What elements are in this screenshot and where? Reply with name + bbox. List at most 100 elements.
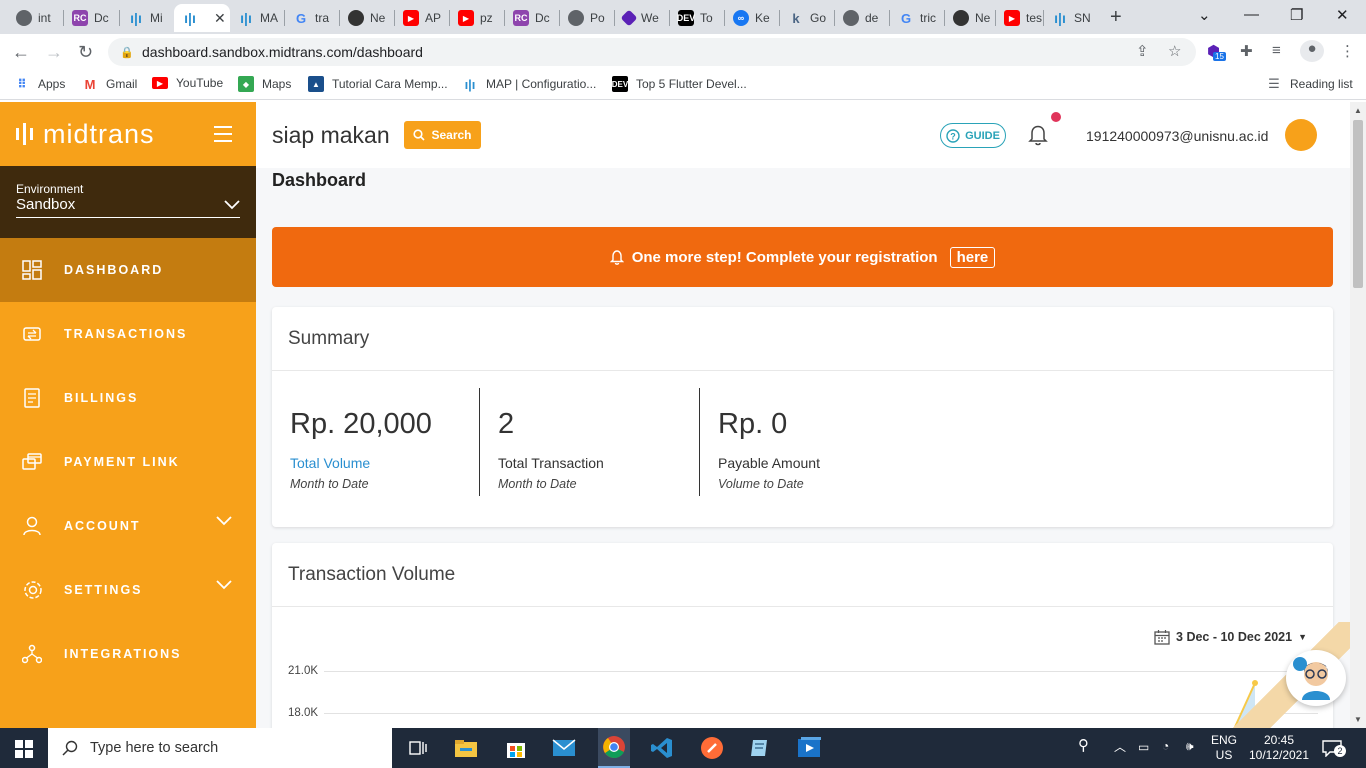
browser-tab[interactable]: Ne: [340, 4, 394, 32]
wifi-icon[interactable]: ◔: [1162, 739, 1169, 754]
taskbar-search[interactable]: Type here to search: [48, 728, 392, 768]
stat-sub: Month to Date: [290, 477, 369, 491]
puzzle-icon[interactable]: ✚: [1240, 42, 1253, 60]
guide-button[interactable]: ? GUIDE: [940, 123, 1006, 148]
sidebar-item-transactions[interactable]: TRANSACTIONS: [0, 302, 256, 366]
menu-icon[interactable]: ⋮: [1340, 42, 1355, 60]
media-icon[interactable]: ≡: [1272, 42, 1281, 59]
browser-tab-active[interactable]: ı|ı ✕: [174, 4, 230, 32]
bookmark-gmail[interactable]: M Gmail: [82, 76, 138, 92]
bookmark-tutorial[interactable]: ▲ Tutorial Cara Memp...: [308, 76, 448, 92]
dev-icon: DEV: [677, 10, 695, 26]
mail-icon[interactable]: [550, 734, 578, 762]
browser-tab[interactable]: int: [8, 4, 62, 32]
browser-tab[interactable]: ∞ Ke: [725, 4, 779, 32]
tab-search-icon[interactable]: ⌄: [1198, 6, 1211, 24]
sidebar-item-integrations[interactable]: INTEGRATIONS: [0, 622, 256, 686]
close-tab-icon[interactable]: ✕: [214, 10, 226, 27]
sidebar-item-dashboard[interactable]: DASHBOARD: [0, 238, 256, 302]
language-indicator[interactable]: ENG US: [1206, 733, 1242, 763]
registration-link[interactable]: here: [949, 246, 996, 268]
close-window-button[interactable]: ✕: [1336, 6, 1349, 24]
stat-label-link[interactable]: Total Volume: [290, 455, 480, 471]
volume-icon[interactable]: 🕪: [1186, 739, 1194, 754]
browser-tab[interactable]: de: [835, 4, 889, 32]
chrome-icon: [843, 10, 859, 26]
youtube-icon: ▶: [458, 10, 474, 26]
notepad-icon[interactable]: [746, 734, 774, 762]
scroll-down-icon[interactable]: ▼: [1354, 715, 1362, 724]
media-player-icon[interactable]: [796, 734, 824, 762]
battery-icon[interactable]: ▭: [1138, 740, 1149, 755]
browser-tab[interactable]: Po: [560, 4, 614, 32]
volume-title: Transaction Volume: [272, 543, 1333, 607]
tray-chevron-up-icon[interactable]: ︿: [1114, 740, 1126, 755]
sidebar-item-settings[interactable]: SETTINGS: [0, 558, 256, 622]
environment-selector[interactable]: Environment Sandbox: [0, 166, 256, 238]
bookmark-maps[interactable]: ◆ Maps: [238, 76, 291, 92]
page-scrollbar[interactable]: ▲ ▼: [1350, 102, 1366, 728]
clock-time: 20:45: [1263, 733, 1295, 747]
profile-icon[interactable]: ●: [1300, 40, 1324, 62]
notification-center-icon[interactable]: 2: [1322, 739, 1346, 761]
sidebar-item-payment-link[interactable]: PAYMENT LINK: [0, 430, 256, 494]
store-icon[interactable]: [502, 734, 530, 762]
windows-start-icon[interactable]: [15, 740, 33, 763]
address-bar[interactable]: 🔒 dashboard.sandbox.midtrans.com/dashboa…: [108, 38, 1196, 66]
reload-button[interactable]: ↻: [78, 42, 93, 63]
scroll-thumb[interactable]: [1353, 120, 1363, 288]
bookmark-youtube[interactable]: ▶ YouTube: [152, 76, 223, 90]
file-explorer-icon[interactable]: [452, 734, 480, 762]
vscode-icon[interactable]: [648, 734, 676, 762]
google-icon: G: [900, 10, 912, 26]
maximize-button[interactable]: ❐: [1290, 6, 1303, 24]
bookmark-star-icon[interactable]: ☆: [1168, 42, 1181, 60]
browser-tab[interactable]: k Go: [780, 4, 834, 32]
share-icon[interactable]: ⇪: [1136, 42, 1149, 60]
help-assistant-avatar[interactable]: [1286, 650, 1346, 706]
clock[interactable]: 20:45 10/12/2021: [1244, 733, 1314, 763]
reading-list[interactable]: ☰ Reading list: [1266, 76, 1353, 92]
browser-tab[interactable]: G tra: [285, 4, 339, 32]
midtrans-icon: ı|ı: [240, 10, 252, 26]
scroll-up-icon[interactable]: ▲: [1354, 106, 1362, 115]
midtrans-icon: ı|ı: [464, 76, 476, 92]
sidebar-item-billings[interactable]: BILLINGS: [0, 366, 256, 430]
bookmark-apps[interactable]: ⠿ Apps: [14, 76, 65, 92]
hamburger-menu-icon[interactable]: [214, 126, 232, 147]
postman-icon[interactable]: [698, 734, 726, 762]
sidebar-item-account[interactable]: ACCOUNT: [0, 494, 256, 558]
back-button[interactable]: ←: [12, 42, 30, 63]
notification-bell-icon[interactable]: [1028, 124, 1048, 151]
browser-tab[interactable]: G tric: [890, 4, 944, 32]
new-tab-button[interactable]: +: [1110, 6, 1122, 29]
chrome-icon: [568, 10, 584, 26]
browser-tab[interactable]: ı|ı SN: [1044, 4, 1096, 32]
task-view-icon[interactable]: [404, 734, 432, 762]
browser-tab[interactable]: RC Dc: [505, 4, 559, 32]
browser-tab[interactable]: ı|ı MA: [230, 4, 284, 32]
extension-icon[interactable]: ⬢ 15: [1207, 42, 1226, 61]
minimize-button[interactable]: —: [1244, 6, 1259, 23]
help-icon: ?: [946, 128, 960, 143]
grid-line: [324, 713, 1318, 714]
browser-tab[interactable]: DEV To: [670, 4, 724, 32]
user-email[interactable]: 191240000973@unisnu.ac.id: [1086, 128, 1268, 144]
svg-text:?: ?: [950, 131, 956, 141]
people-icon[interactable]: ⚲: [1078, 738, 1089, 753]
browser-tab[interactable]: ı|ı Mi: [120, 4, 174, 32]
meta-icon: ∞: [733, 10, 749, 26]
stat-value: Rp. 0: [718, 408, 788, 440]
browser-tab[interactable]: Ne: [945, 4, 995, 32]
browser-tab[interactable]: ▶ AP: [395, 4, 449, 32]
bookmark-flutter[interactable]: DEV Top 5 Flutter Devel...: [612, 76, 747, 92]
browser-tab[interactable]: ▶ tes: [996, 4, 1042, 32]
browser-tab[interactable]: RC Dc: [64, 4, 118, 32]
browser-tab[interactable]: We: [615, 4, 669, 32]
search-button[interactable]: Search: [404, 121, 481, 149]
browser-tab[interactable]: ▶ pz: [450, 4, 504, 32]
bookmark-map-config[interactable]: ı|ı MAP | Configuratio...: [462, 76, 597, 92]
avatar[interactable]: [1285, 119, 1317, 151]
chrome-taskbar-icon[interactable]: [598, 728, 630, 768]
forward-button[interactable]: →: [45, 42, 63, 63]
